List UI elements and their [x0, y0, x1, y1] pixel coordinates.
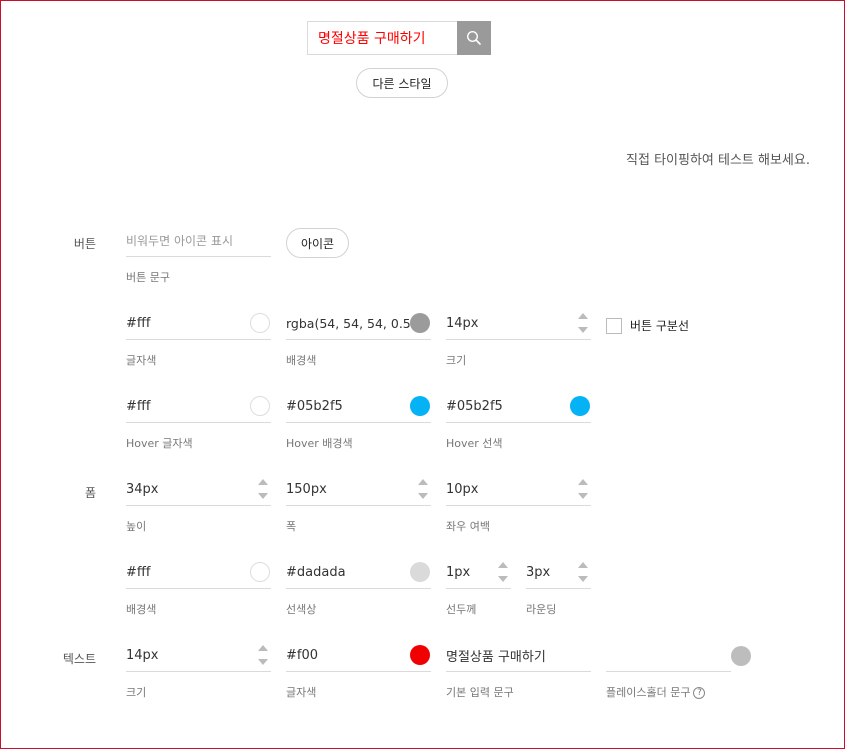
button-divider-label: 버튼 구분선 — [630, 319, 690, 333]
form-padding-label: 좌우 여백 — [446, 520, 490, 533]
placeholder-text-field: 플레이스홀더 문구? — [606, 639, 731, 699]
checkbox-box[interactable] — [606, 317, 622, 334]
default-text-label: 기본 입력 문구 — [446, 686, 514, 699]
form-radius-input[interactable]: 3px — [526, 565, 577, 580]
typing-hint: 직접 타이핑하여 테스트 해보세요. — [626, 153, 810, 168]
form-radius-label: 라운딩 — [526, 603, 557, 616]
button-size-input[interactable]: 14px — [446, 316, 577, 331]
hover-line-color-label: Hover 선색 — [446, 437, 503, 450]
color-swatch[interactable] — [250, 313, 270, 333]
hover-line-color-field: #05b2f5 Hover 선색 — [446, 390, 591, 450]
form-height-input[interactable]: 34px — [126, 482, 257, 497]
button-bg-color-label: 배경색 — [286, 354, 317, 367]
button-text-label: 버튼 문구 — [126, 271, 170, 284]
number-stepper[interactable] — [577, 479, 589, 499]
text-color-label: 글자색 — [286, 686, 317, 699]
hover-bg-color-field: #05b2f5 Hover 배경색 — [286, 390, 431, 450]
form-radius-field: 3px 라운딩 — [526, 556, 591, 616]
text-size-input[interactable]: 14px — [126, 648, 257, 663]
form-height-field: 34px 높이 — [126, 473, 271, 533]
preview-search-box: 명절상품 구매하기 — [307, 21, 491, 55]
section-label-form: 폼 — [84, 486, 96, 500]
preview-search-button[interactable] — [457, 21, 491, 55]
text-color-field: #f00 글자색 — [286, 639, 431, 699]
section-label-button: 버튼 — [73, 237, 96, 251]
button-text-field: 비워두면 아이콘 표시 버튼 문구 — [126, 224, 271, 284]
color-swatch[interactable] — [410, 313, 430, 333]
form-bg-color-label: 배경색 — [126, 603, 157, 616]
number-stepper[interactable] — [497, 562, 509, 582]
search-icon — [466, 30, 481, 45]
number-stepper[interactable] — [257, 479, 269, 499]
button-text-input[interactable]: 비워두면 아이콘 표시 — [126, 232, 271, 249]
form-line-color-label: 선색상 — [286, 603, 317, 616]
form-bg-color-input[interactable]: #fff — [126, 565, 250, 580]
text-size-field: 14px 크기 — [126, 639, 271, 699]
hover-bg-color-input[interactable]: #05b2f5 — [286, 399, 410, 414]
placeholder-text-label-wrap: 플레이스홀더 문구? — [606, 684, 706, 700]
number-stepper[interactable] — [577, 562, 589, 582]
form-width-input[interactable]: 150px — [286, 482, 417, 497]
form-line-width-field: 1px 선두께 — [446, 556, 511, 616]
number-stepper[interactable] — [417, 479, 429, 499]
button-font-color-input[interactable]: #fff — [126, 316, 250, 331]
button-bg-color-field: rgba(54, 54, 54, 0.5) 배경색 — [286, 307, 431, 367]
color-swatch[interactable] — [250, 562, 270, 582]
window-frame — [0, 0, 845, 749]
form-height-label: 높이 — [126, 520, 147, 533]
button-divider-checkbox[interactable]: 버튼 구분선 — [606, 317, 689, 334]
other-style-button[interactable]: 다른 스타일 — [356, 68, 448, 98]
button-size-field: 14px 크기 — [446, 307, 591, 367]
color-swatch[interactable] — [250, 396, 270, 416]
button-bg-color-input[interactable]: rgba(54, 54, 54, 0.5) — [286, 316, 410, 331]
color-swatch[interactable] — [410, 396, 430, 416]
form-width-field: 150px 폭 — [286, 473, 431, 533]
color-swatch[interactable] — [731, 646, 751, 666]
color-swatch[interactable] — [570, 396, 590, 416]
form-padding-field: 10px 좌우 여백 — [446, 473, 591, 533]
placeholder-text-label: 플레이스홀더 문구 — [606, 686, 691, 699]
button-font-color-label: 글자색 — [126, 354, 157, 367]
form-line-width-label: 선두께 — [446, 603, 477, 616]
icon-button[interactable]: 아이콘 — [286, 228, 349, 258]
default-text-input[interactable]: 명절상품 구매하기 — [446, 646, 591, 665]
text-color-input[interactable]: #f00 — [286, 648, 410, 663]
text-size-label: 크기 — [126, 686, 147, 699]
number-stepper[interactable] — [577, 313, 589, 333]
number-stepper[interactable] — [257, 645, 269, 665]
hover-bg-color-label: Hover 배경색 — [286, 437, 353, 450]
default-text-field: 명절상품 구매하기 기본 입력 문구 — [446, 639, 591, 699]
form-bg-color-field: #fff 배경색 — [126, 556, 271, 616]
form-padding-input[interactable]: 10px — [446, 482, 577, 497]
color-swatch[interactable] — [410, 645, 430, 665]
button-size-label: 크기 — [446, 354, 467, 367]
form-width-label: 폭 — [286, 520, 297, 533]
hover-font-color-input[interactable]: #fff — [126, 399, 250, 414]
question-circle-icon[interactable]: ? — [693, 687, 706, 699]
section-label-text: 텍스트 — [62, 652, 96, 666]
hover-line-color-input[interactable]: #05b2f5 — [446, 399, 570, 414]
form-line-width-input[interactable]: 1px — [446, 565, 497, 580]
button-font-color-field: #fff 글자색 — [126, 307, 271, 367]
preview-search-input[interactable]: 명절상품 구매하기 — [307, 21, 457, 55]
form-line-color-input[interactable]: #dadada — [286, 565, 410, 580]
hover-font-color-field: #fff Hover 글자색 — [126, 390, 271, 450]
color-swatch[interactable] — [410, 562, 430, 582]
hover-font-color-label: Hover 글자색 — [126, 437, 193, 450]
form-line-color-field: #dadada 선색상 — [286, 556, 431, 616]
